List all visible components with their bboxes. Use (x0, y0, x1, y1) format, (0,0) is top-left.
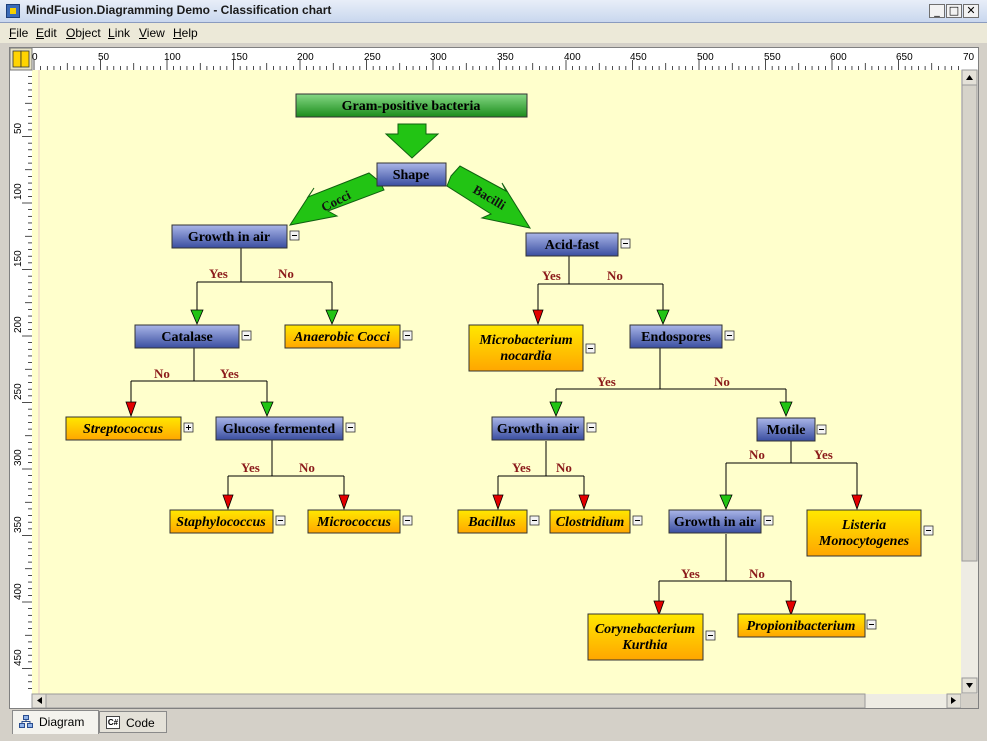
ruler-label: 550 (764, 52, 781, 63)
ruler-label: 50 (13, 122, 24, 134)
ruler-label: 250 (364, 52, 381, 63)
ruler-label: 350 (13, 516, 24, 533)
edge-label-no: No (749, 566, 765, 581)
edge-label-yes: Yes (512, 460, 531, 475)
edge-label-no: No (299, 460, 315, 475)
edge-label-no: No (278, 266, 294, 281)
node-clostridium-label: Clostridium (556, 515, 625, 530)
ruler-label: 0 (32, 52, 38, 63)
node-microbacterium[interactable] (468, 324, 584, 372)
close-button[interactable]: ✕ (963, 4, 979, 18)
node-listeria-label-1: Listeria (841, 518, 886, 533)
edge-label-yes: Yes (209, 266, 228, 281)
ruler-label: 150 (13, 250, 24, 267)
edge-label-yes: Yes (814, 447, 833, 462)
ruler-label: 650 (896, 52, 913, 63)
node-corynebacterium-label-1: Corynebacterium (595, 622, 695, 637)
node-catalase-label: Catalase (161, 330, 212, 345)
edge-label-no: No (154, 366, 170, 381)
ruler-label: 500 (697, 52, 714, 63)
node-anaerobic-cocci-label: Anaerobic Cocci (293, 330, 390, 345)
ruler-label: 250 (13, 383, 24, 400)
menu-bar: File Edit Object Link View Help (0, 23, 987, 43)
edge-label-yes: Yes (597, 374, 616, 389)
node-glucose-fermented-label: Glucose fermented (223, 422, 336, 437)
diagram-view[interactable]: 0 50 100 150 200 250 300 350 400 450 500… (9, 47, 979, 709)
tab-code-label: Code (126, 716, 155, 730)
edge-label-no: No (714, 374, 730, 389)
node-corynebacterium-label-2: Kurthia (621, 638, 667, 653)
node-acid-fast-label: Acid-fast (545, 238, 600, 253)
ruler-label: 70 (963, 52, 975, 63)
ruler-label: 200 (13, 316, 24, 333)
edge-label-no: No (607, 268, 623, 283)
canvas-background (32, 70, 961, 694)
ruler-unit-icon (20, 50, 30, 68)
window-title: MindFusion.Diagramming Demo - Classifica… (26, 3, 332, 17)
node-listeria[interactable] (806, 509, 922, 557)
horizontal-scroll-thumb[interactable] (45, 693, 866, 708)
maximize-button[interactable]: □ (946, 4, 962, 18)
node-streptococcus-label: Streptococcus (83, 422, 164, 437)
tab-diagram-label: Diagram (39, 715, 85, 729)
node-listeria-label-2: Monocytogenes (818, 534, 910, 549)
tab-bar: Diagram C# Code (9, 710, 979, 736)
node-bacillus-label: Bacillus (467, 515, 516, 530)
edge-label-yes: Yes (220, 366, 239, 381)
ruler-unit-icon (12, 50, 22, 68)
edge-label-no: No (556, 460, 572, 475)
ruler-label: 400 (13, 583, 24, 600)
node-micrococcus-label: Micrococcus (316, 515, 391, 530)
ruler-label: 100 (13, 183, 24, 200)
node-motile-label: Motile (767, 423, 806, 438)
minimize-button[interactable]: _ (929, 4, 945, 18)
ruler-label: 150 (231, 52, 248, 63)
edge-label-yes: Yes (681, 566, 700, 581)
menu-object[interactable]: Object (66, 26, 101, 40)
ruler-label: 600 (830, 52, 847, 63)
diagram-canvas[interactable]: 0 50 100 150 200 250 300 350 400 450 500… (10, 48, 978, 708)
menu-help[interactable]: Help (173, 26, 198, 40)
tab-code[interactable]: C# Code (99, 711, 167, 733)
node-shape-label: Shape (393, 168, 430, 183)
node-growth-in-air-3-label: Growth in air (674, 515, 756, 530)
edge-label-yes: Yes (542, 268, 561, 283)
title-bar: MindFusion.Diagramming Demo - Classifica… (0, 0, 987, 23)
ruler-label: 200 (297, 52, 314, 63)
ruler-label: 100 (164, 52, 181, 63)
csharp-icon: C# (106, 716, 120, 729)
ruler-label: 300 (430, 52, 447, 63)
edge-label-yes: Yes (241, 460, 260, 475)
node-growth-in-air-1-label: Growth in air (188, 230, 270, 245)
menu-edit[interactable]: Edit (36, 26, 57, 40)
tab-diagram[interactable]: Diagram (12, 710, 99, 734)
menu-link[interactable]: Link (108, 26, 130, 40)
vertical-scroll-thumb[interactable] (961, 84, 978, 562)
ruler-label: 350 (497, 52, 514, 63)
node-root-label: Gram-positive bacteria (342, 99, 481, 114)
scroll-corner (961, 694, 978, 708)
ruler-label: 400 (564, 52, 581, 63)
node-microbacterium-label-1: Microbacterium (478, 333, 572, 348)
diagram-icon (19, 715, 33, 728)
node-staphylococcus-label: Staphylococcus (176, 515, 266, 530)
menu-view[interactable]: View (139, 26, 165, 40)
node-microbacterium-label-2: nocardia (500, 349, 551, 364)
menu-file[interactable]: File (9, 26, 28, 40)
edge-label-no: No (749, 447, 765, 462)
ruler-label: 50 (98, 52, 110, 63)
node-corynebacterium[interactable] (587, 613, 704, 661)
node-endospores-label: Endospores (641, 330, 711, 345)
app-icon (6, 4, 20, 18)
node-propionibacterium-label: Propionibacterium (747, 619, 856, 634)
node-growth-in-air-2-label: Growth in air (497, 422, 579, 437)
ruler-label: 450 (13, 649, 24, 666)
ruler-label: 300 (13, 449, 24, 466)
ruler-label: 450 (630, 52, 647, 63)
